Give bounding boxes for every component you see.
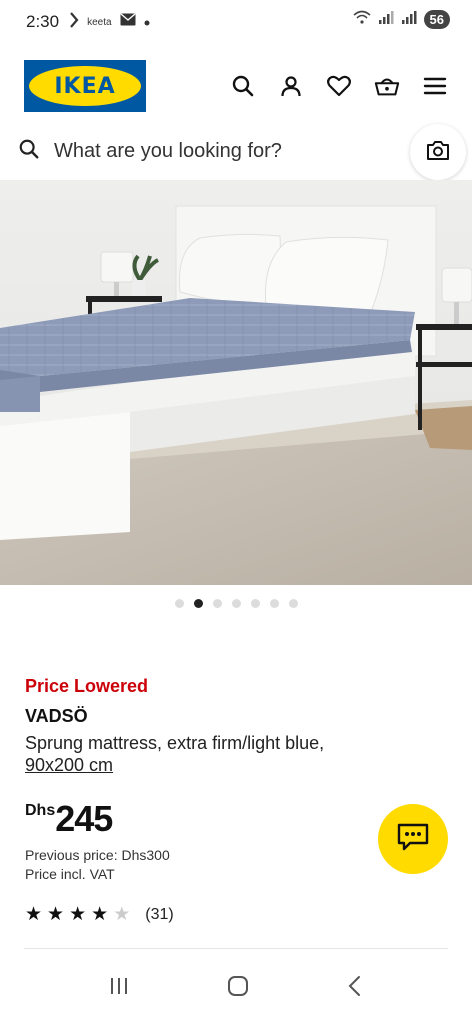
product-price: Dhs 245 — [25, 798, 113, 840]
logo-text: IKEA — [54, 73, 116, 99]
carousel-dot[interactable] — [231, 599, 241, 608]
chat-button[interactable] — [378, 804, 448, 874]
product-size-link[interactable]: 90x200 cm — [25, 755, 113, 776]
search-icon — [18, 138, 40, 165]
notification-text: keeta — [87, 16, 112, 28]
header-actions — [230, 73, 448, 99]
home-button[interactable] — [226, 974, 250, 1003]
carousel-dot[interactable] — [174, 599, 184, 608]
star-filled-icon: ★ — [25, 904, 43, 925]
price-amount: 245 — [55, 798, 113, 839]
search-bar[interactable]: What are you looking for? — [0, 122, 472, 180]
star-filled-icon: ★ — [47, 904, 65, 925]
carousel-dot[interactable] — [288, 599, 298, 608]
price-currency: Dhs — [25, 802, 56, 819]
product-name: VADSÖ — [25, 706, 88, 726]
status-time: 2:30 — [26, 12, 60, 31]
back-button[interactable] — [345, 975, 365, 1002]
system-navigation-bar — [0, 952, 472, 1024]
signal-icon-1 — [378, 10, 394, 29]
star-filled-icon: ★ — [91, 904, 109, 925]
product-description: Sprung mattress, extra firm/light blue, — [25, 733, 325, 753]
vat-note: Price incl. VAT — [25, 866, 115, 882]
wifi-icon — [353, 10, 371, 29]
app-header: IKEA — [24, 58, 448, 114]
camera-icon — [426, 139, 450, 166]
mail-icon — [120, 13, 136, 31]
product-rating[interactable]: ★ ★ ★ ★ ★ (31) — [25, 905, 174, 924]
star-empty-icon: ★ — [113, 904, 131, 925]
star-filled-icon: ★ — [69, 904, 87, 925]
search-icon[interactable] — [230, 73, 256, 99]
dot-icon — [144, 13, 150, 31]
chat-icon — [396, 822, 430, 857]
status-notifications: keeta — [69, 11, 150, 33]
review-count: (31) — [145, 905, 174, 923]
carousel-dot[interactable] — [193, 599, 203, 608]
rating-stars: ★ ★ ★ ★ ★ — [25, 905, 130, 924]
menu-icon[interactable] — [422, 73, 448, 99]
previous-price: Previous price: Dhs300 — [25, 847, 170, 863]
battery-indicator: 56 — [423, 10, 450, 29]
heart-icon[interactable] — [326, 73, 352, 99]
status-system-icons: 56 — [353, 10, 450, 29]
recent-apps-button[interactable] — [107, 976, 131, 1001]
logo-oval: IKEA — [29, 66, 141, 106]
status-bar: 2:30 keeta 56 — [0, 0, 472, 44]
ikea-logo[interactable]: IKEA — [24, 60, 146, 112]
account-icon[interactable] — [278, 73, 304, 99]
product-image[interactable] — [0, 180, 472, 585]
carousel-dot[interactable] — [269, 599, 279, 608]
carousel-dot[interactable] — [250, 599, 260, 608]
divider — [24, 948, 448, 949]
price-lowered-badge: Price Lowered — [25, 676, 149, 696]
carousel-indicator — [0, 599, 472, 608]
carousel-dot[interactable] — [212, 599, 222, 608]
search-input[interactable]: What are you looking for? — [54, 140, 282, 163]
signal-icon-2 — [401, 10, 417, 29]
basket-icon[interactable] — [374, 73, 400, 99]
notification-app-icon — [69, 11, 79, 33]
camera-search-button[interactable] — [410, 124, 466, 180]
